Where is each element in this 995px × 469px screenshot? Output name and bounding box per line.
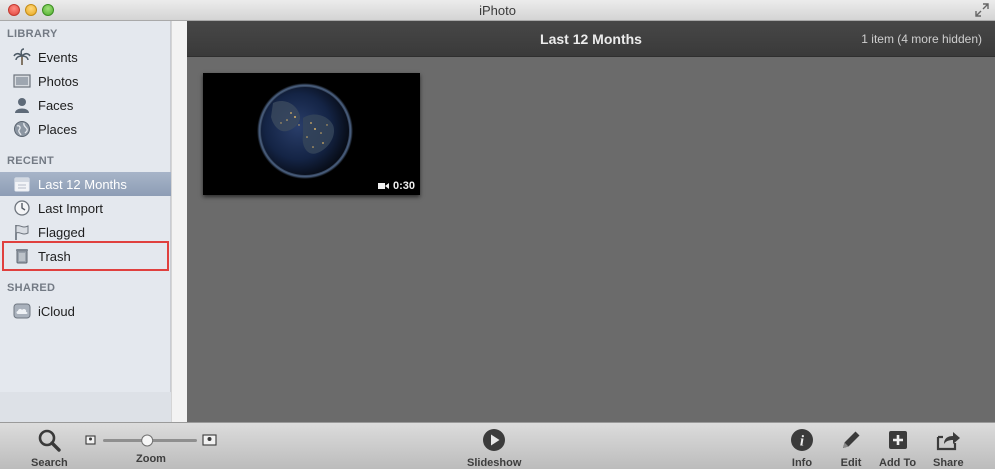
- flag-icon: [13, 223, 31, 241]
- info-button[interactable]: i Info: [789, 427, 815, 469]
- share-icon: [935, 427, 961, 453]
- play-icon: [481, 427, 507, 453]
- pencil-icon: [838, 427, 864, 453]
- sidebar-item-label: iCloud: [38, 303, 75, 319]
- sidebar-item-faces[interactable]: Faces: [0, 93, 171, 117]
- title-bar: iPhoto: [0, 0, 995, 21]
- sidebar-item-label: Places: [38, 121, 78, 137]
- person-icon: [13, 96, 31, 114]
- main-content: Last 12 Months 1 item (4 more hidden) 0:…: [187, 21, 995, 422]
- clock-icon: [13, 199, 31, 217]
- trash-highlight-annotation: [2, 241, 169, 271]
- search-icon: [36, 427, 62, 453]
- edit-label: Edit: [840, 457, 862, 469]
- sidebar-scrollbar[interactable]: [171, 21, 187, 422]
- video-duration-badge: 0:30: [377, 180, 415, 192]
- video-camera-icon: [377, 183, 389, 189]
- globe-icon: [13, 120, 31, 138]
- sidebar-item-last-import[interactable]: Last Import: [0, 196, 171, 220]
- section-header-library: LIBRARY: [7, 28, 58, 40]
- section-header-shared: SHARED: [7, 282, 56, 294]
- search-button[interactable]: Search: [31, 427, 68, 469]
- sidebar-item-label: Events: [38, 49, 78, 65]
- zoom-slider[interactable]: [84, 432, 220, 448]
- video-thumbnail[interactable]: 0:30: [203, 73, 420, 195]
- search-label: Search: [31, 457, 68, 469]
- info-label: Info: [791, 457, 813, 469]
- zoom-slider-knob[interactable]: [141, 434, 154, 447]
- slideshow-label: Slideshow: [467, 457, 522, 469]
- sidebar-item-label: Last Import: [38, 200, 104, 216]
- sidebar-item-label: Faces: [38, 97, 74, 113]
- video-duration: 0:30: [392, 180, 415, 192]
- share-label: Share: [933, 457, 964, 469]
- info-icon: i: [789, 427, 815, 453]
- sidebar-item-places[interactable]: Places: [0, 117, 171, 141]
- small-thumbnail-icon: [85, 435, 96, 445]
- calendar-icon: [13, 175, 31, 193]
- palm-tree-icon: [13, 48, 31, 66]
- bottom-toolbar: Search Zoom Slideshow i Info Edit Add To…: [0, 422, 995, 469]
- sidebar-item-events[interactable]: Events: [0, 45, 171, 69]
- sidebar-item-icloud[interactable]: iCloud: [0, 299, 171, 323]
- share-button[interactable]: Share: [933, 427, 964, 469]
- slideshow-button[interactable]: Slideshow: [467, 427, 521, 469]
- add-icon: [885, 427, 911, 453]
- photo-frame-icon: [13, 72, 31, 90]
- sidebar-item-label: Flagged: [38, 224, 85, 240]
- iphoto-window: iPhoto LIBRARY Events Photos Faces Place…: [0, 0, 995, 469]
- sidebar: LIBRARY Events Photos Faces Places RECEN…: [0, 21, 171, 422]
- sidebar-item-last-12-months[interactable]: Last 12 Months: [0, 172, 171, 196]
- edit-button[interactable]: Edit: [838, 427, 864, 469]
- fullscreen-icon[interactable]: [975, 3, 989, 17]
- cloud-icon: [13, 302, 31, 320]
- large-thumbnail-icon: [202, 434, 217, 446]
- add-to-label: Add To: [879, 457, 917, 469]
- sidebar-item-photos[interactable]: Photos: [0, 69, 171, 93]
- window-title: iPhoto: [479, 3, 516, 18]
- sidebar-item-label: Photos: [38, 73, 79, 89]
- earth-image: [203, 73, 420, 195]
- add-to-button[interactable]: Add To: [879, 427, 916, 469]
- content-header: Last 12 Months 1 item (4 more hidden): [187, 21, 995, 57]
- zoom-label: Zoom: [136, 453, 166, 465]
- section-header-recent: RECENT: [7, 155, 55, 167]
- sidebar-footer: [0, 392, 171, 422]
- sidebar-item-label: Last 12 Months: [38, 176, 127, 192]
- zoom-control: Zoom: [136, 453, 166, 465]
- item-count: 1 item (4 more hidden): [861, 32, 982, 46]
